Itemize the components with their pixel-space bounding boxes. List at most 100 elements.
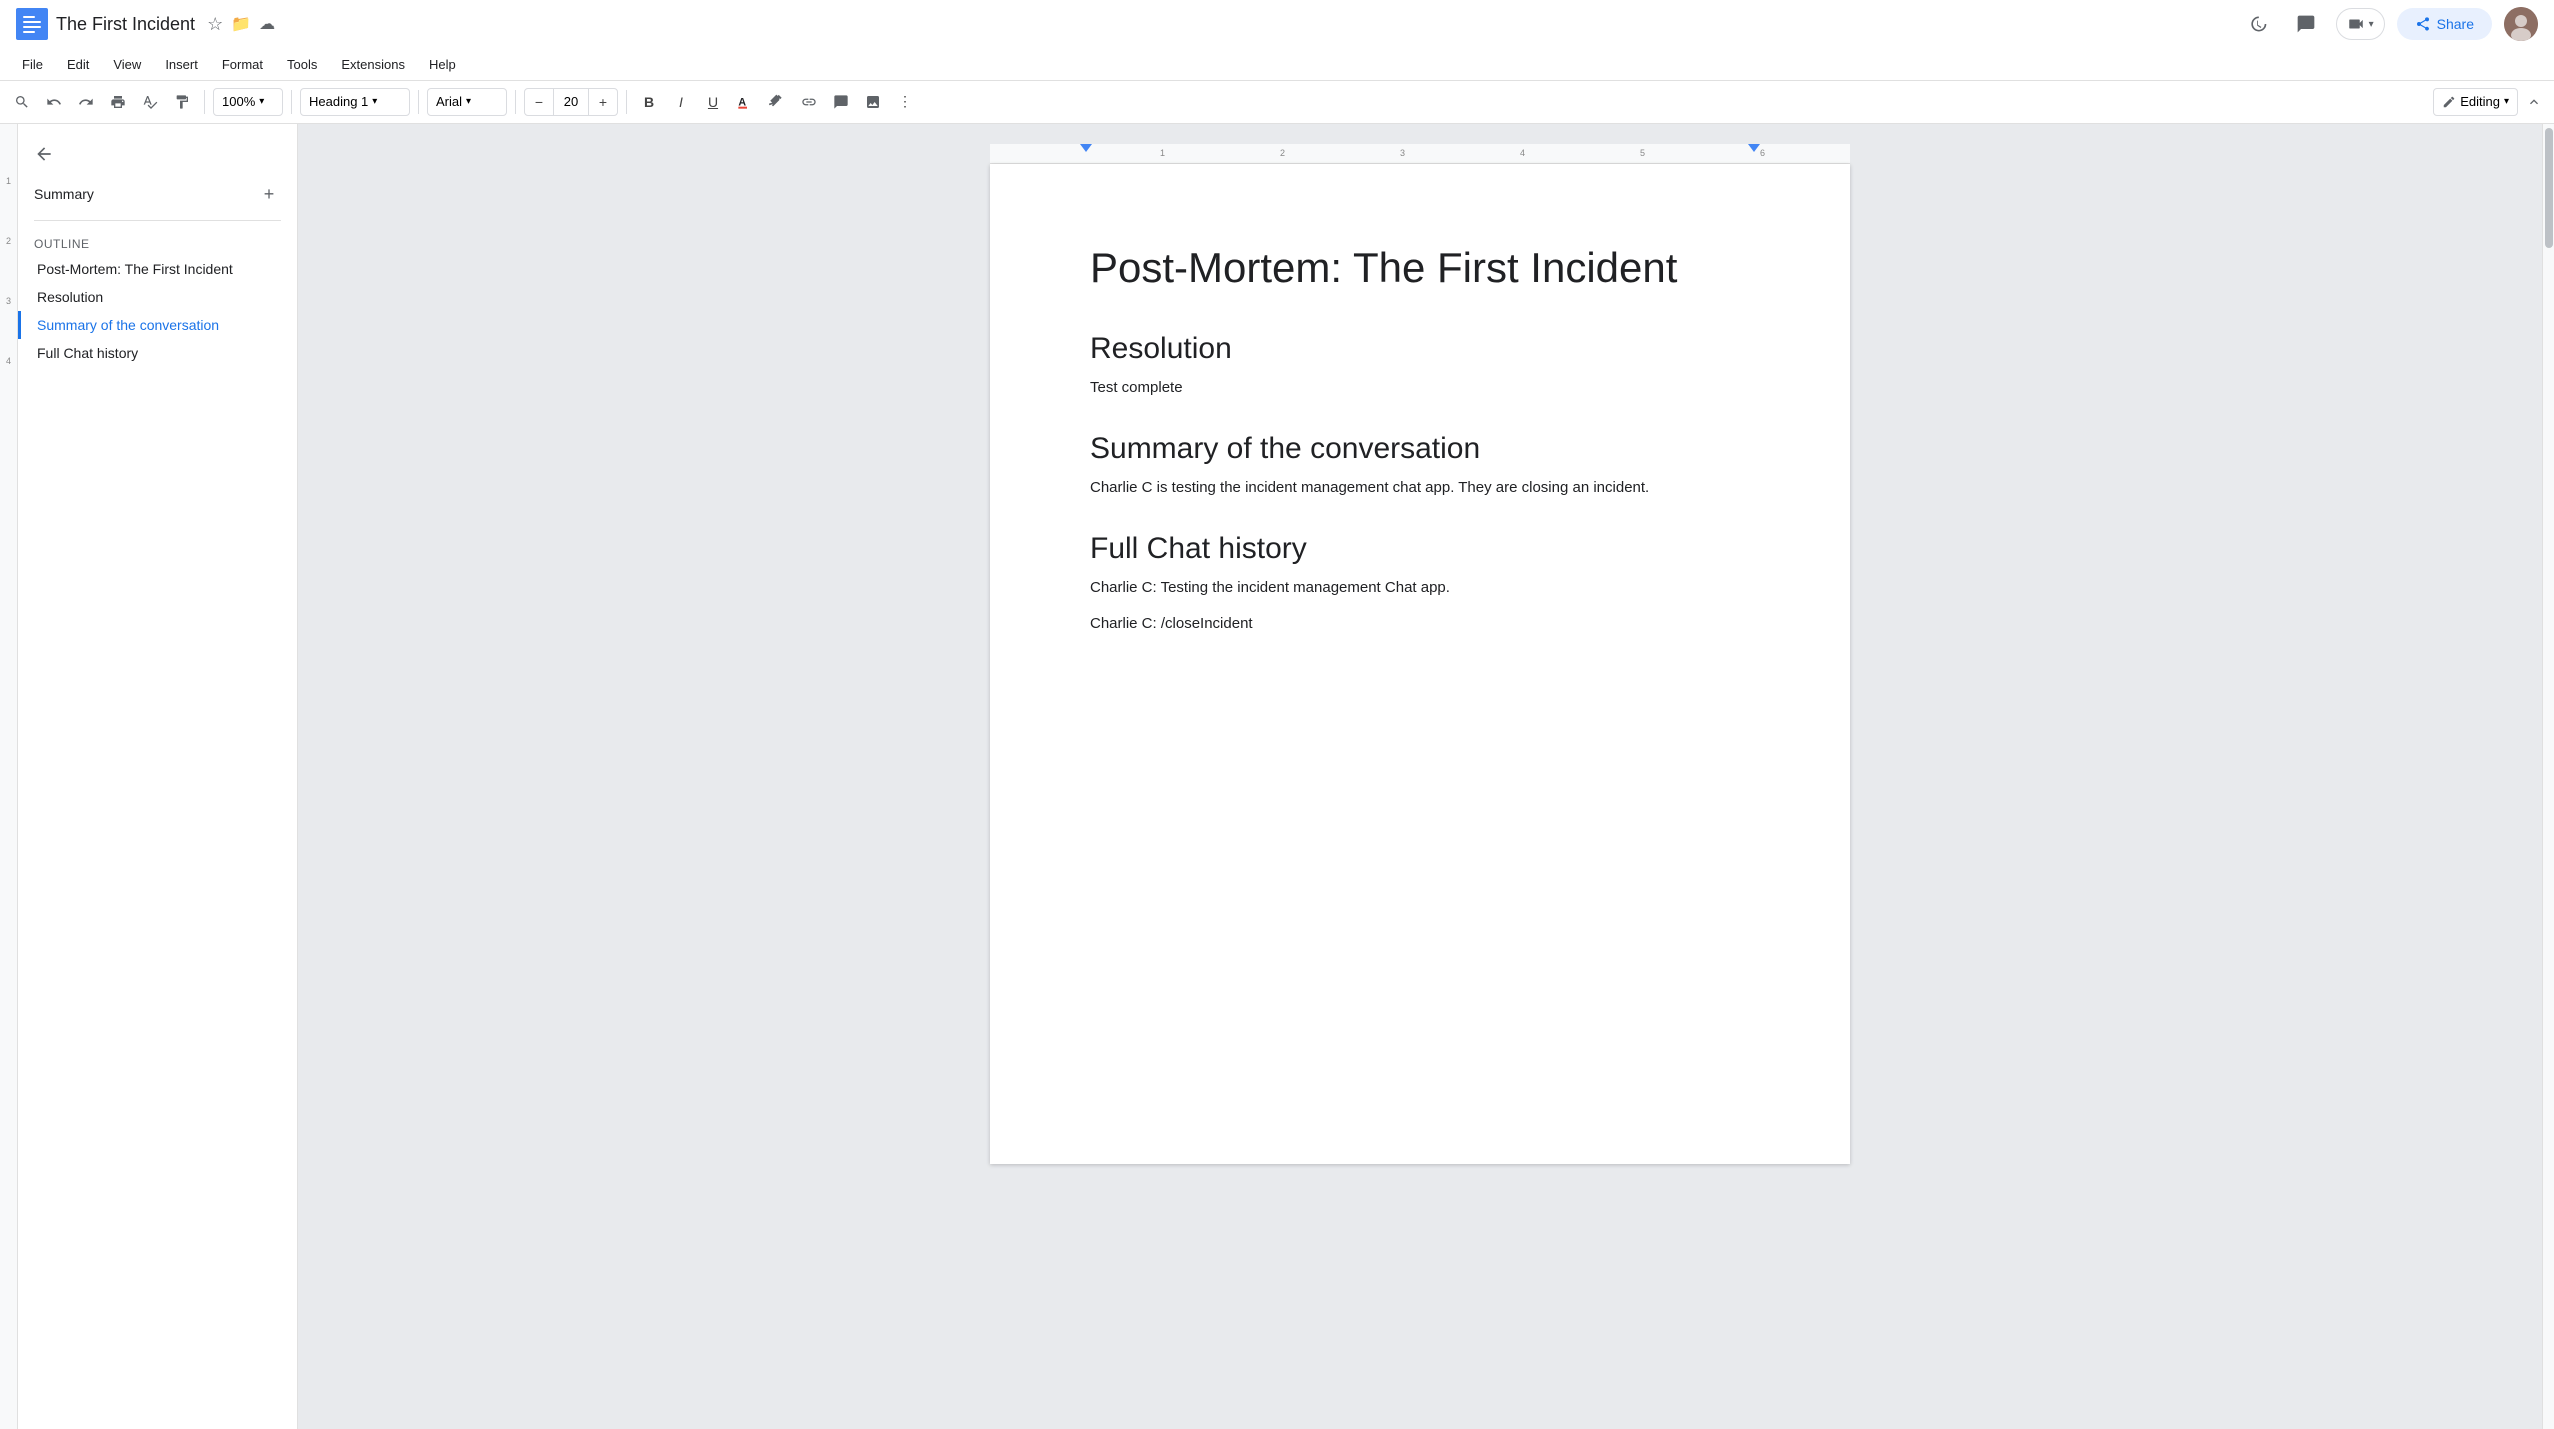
share-button[interactable]: Share bbox=[2397, 8, 2492, 40]
ruler-num-2: 2 bbox=[1280, 148, 1285, 158]
print-button[interactable] bbox=[104, 88, 132, 116]
sidebar: Summary + Outline Post-Mortem: The First… bbox=[18, 124, 298, 1429]
left-ruler: 1 2 3 4 bbox=[0, 124, 18, 1429]
body-resolution: Test complete bbox=[1090, 376, 1750, 400]
italic-button[interactable]: I bbox=[667, 88, 695, 116]
top-bar: The First Incident ☆ 📁 ☁ ▾ bbox=[0, 0, 2554, 81]
style-value: Heading 1 bbox=[309, 94, 368, 109]
font-value: Arial bbox=[436, 94, 462, 109]
star-icon[interactable]: ☆ bbox=[207, 14, 223, 35]
svg-text:A: A bbox=[738, 96, 746, 108]
menu-extensions[interactable]: Extensions bbox=[331, 53, 415, 76]
search-button[interactable] bbox=[8, 88, 36, 116]
separator-2 bbox=[291, 90, 292, 114]
doc-icon bbox=[16, 8, 48, 40]
spellcheck-button[interactable] bbox=[136, 88, 164, 116]
meet-caret-icon: ▾ bbox=[2369, 19, 2374, 30]
collapse-panel-button[interactable] bbox=[2522, 92, 2546, 112]
menu-row: File Edit View Insert Format Tools Exten… bbox=[0, 48, 2554, 80]
section-summary: Summary of the conversation Charlie C is… bbox=[1090, 432, 1750, 500]
menu-format[interactable]: Format bbox=[212, 53, 273, 76]
ruler-mark-4: 4 bbox=[6, 354, 11, 414]
comment-button[interactable] bbox=[827, 88, 855, 116]
share-label: Share bbox=[2437, 16, 2474, 32]
right-panel bbox=[2542, 124, 2554, 1429]
text-color-button[interactable]: A bbox=[731, 88, 759, 116]
separator-4 bbox=[515, 90, 516, 114]
edit-mode-label: Editing bbox=[2460, 94, 2500, 109]
font-size-increase-button[interactable]: + bbox=[589, 88, 617, 116]
summary-label: Summary bbox=[34, 186, 94, 202]
separator-5 bbox=[626, 90, 627, 114]
outline-item-0[interactable]: Post-Mortem: The First Incident bbox=[18, 255, 297, 283]
outline-label: Outline bbox=[18, 229, 297, 255]
body-summary: Charlie C is testing the incident manage… bbox=[1090, 476, 1750, 500]
font-size-box: − 20 + bbox=[524, 88, 618, 116]
section-resolution: Resolution Test complete bbox=[1090, 332, 1750, 400]
paint-format-button[interactable] bbox=[168, 88, 196, 116]
heading-chat-history: Full Chat history bbox=[1090, 532, 1750, 566]
more-options-button[interactable]: ⋮ bbox=[891, 88, 919, 116]
doc-page: Post-Mortem: The First Incident Resoluti… bbox=[990, 164, 1850, 1164]
doc-main-title: Post-Mortem: The First Incident bbox=[1090, 244, 1750, 292]
scroll-thumb[interactable] bbox=[2545, 128, 2553, 248]
layout: 1 2 3 4 Summary + Outline Post-Mortem: T… bbox=[0, 124, 2554, 1429]
ruler-mark-1: 1 bbox=[6, 174, 11, 234]
folder-icon[interactable]: 📁 bbox=[231, 14, 251, 34]
separator-1 bbox=[204, 90, 205, 114]
menu-insert[interactable]: Insert bbox=[155, 53, 208, 76]
image-button[interactable] bbox=[859, 88, 887, 116]
ruler-num-3: 3 bbox=[1400, 148, 1405, 158]
font-size-value[interactable]: 20 bbox=[553, 89, 589, 115]
avatar[interactable] bbox=[2504, 7, 2538, 41]
title-actions: ☆ 📁 ☁ bbox=[207, 14, 275, 35]
toolbar: 100% ▾ Heading 1 ▾ Arial ▾ − 20 + B I U … bbox=[0, 80, 2554, 124]
bold-button[interactable]: B bbox=[635, 88, 663, 116]
menu-help[interactable]: Help bbox=[419, 53, 466, 76]
top-right-actions: ▾ Share bbox=[2240, 6, 2538, 42]
ruler-mark-3: 3 bbox=[6, 294, 11, 354]
ruler-mark-2: 2 bbox=[6, 234, 11, 294]
version-history-button[interactable] bbox=[2240, 6, 2276, 42]
font-size-decrease-button[interactable]: − bbox=[525, 88, 553, 116]
cloud-icon[interactable]: ☁ bbox=[259, 14, 275, 34]
style-dropdown[interactable]: Heading 1 ▾ bbox=[300, 88, 410, 116]
ruler-num-4: 4 bbox=[1520, 148, 1525, 158]
body-chat-history-line-1: Charlie C: /closeIncident bbox=[1090, 612, 1750, 636]
highlight-button[interactable] bbox=[763, 88, 791, 116]
menu-tools[interactable]: Tools bbox=[277, 53, 327, 76]
redo-button[interactable] bbox=[72, 88, 100, 116]
zoom-dropdown[interactable]: 100% ▾ bbox=[213, 88, 283, 116]
ruler-num-6: 6 bbox=[1760, 148, 1765, 158]
ruler-right-marker bbox=[1748, 144, 1760, 152]
zoom-value: 100% bbox=[222, 94, 255, 109]
meet-button[interactable]: ▾ bbox=[2336, 8, 2385, 40]
style-caret-icon: ▾ bbox=[372, 96, 377, 107]
doc-title: The First Incident bbox=[56, 14, 195, 35]
add-summary-button[interactable]: + bbox=[257, 182, 281, 206]
edit-mode-dropdown[interactable]: Editing ▾ bbox=[2433, 88, 2518, 116]
underline-button[interactable]: U bbox=[699, 88, 727, 116]
font-dropdown[interactable]: Arial ▾ bbox=[427, 88, 507, 116]
edit-mode-caret-icon: ▾ bbox=[2504, 96, 2509, 107]
comments-button[interactable] bbox=[2288, 6, 2324, 42]
font-caret-icon: ▾ bbox=[466, 96, 471, 107]
ruler-num-5: 5 bbox=[1640, 148, 1645, 158]
heading-summary: Summary of the conversation bbox=[1090, 432, 1750, 466]
outline-item-2[interactable]: Summary of the conversation bbox=[18, 311, 297, 339]
separator-3 bbox=[418, 90, 419, 114]
zoom-caret-icon: ▾ bbox=[259, 96, 264, 107]
main-area: 1 2 3 4 5 6 Post-Mortem: The First Incid… bbox=[298, 124, 2542, 1429]
outline-item-1[interactable]: Resolution bbox=[18, 283, 297, 311]
menu-edit[interactable]: Edit bbox=[57, 53, 99, 76]
menu-view[interactable]: View bbox=[103, 53, 151, 76]
body-chat-history-line-0: Charlie C: Testing the incident manageme… bbox=[1090, 576, 1750, 600]
title-row: The First Incident ☆ 📁 ☁ ▾ bbox=[0, 0, 2554, 48]
outline-item-3[interactable]: Full Chat history bbox=[18, 339, 297, 367]
sidebar-back-button[interactable] bbox=[18, 136, 297, 176]
undo-button[interactable] bbox=[40, 88, 68, 116]
menu-file[interactable]: File bbox=[12, 53, 53, 76]
section-chat-history: Full Chat history Charlie C: Testing the… bbox=[1090, 532, 1750, 636]
ruler-left-marker bbox=[1080, 144, 1092, 152]
link-button[interactable] bbox=[795, 88, 823, 116]
